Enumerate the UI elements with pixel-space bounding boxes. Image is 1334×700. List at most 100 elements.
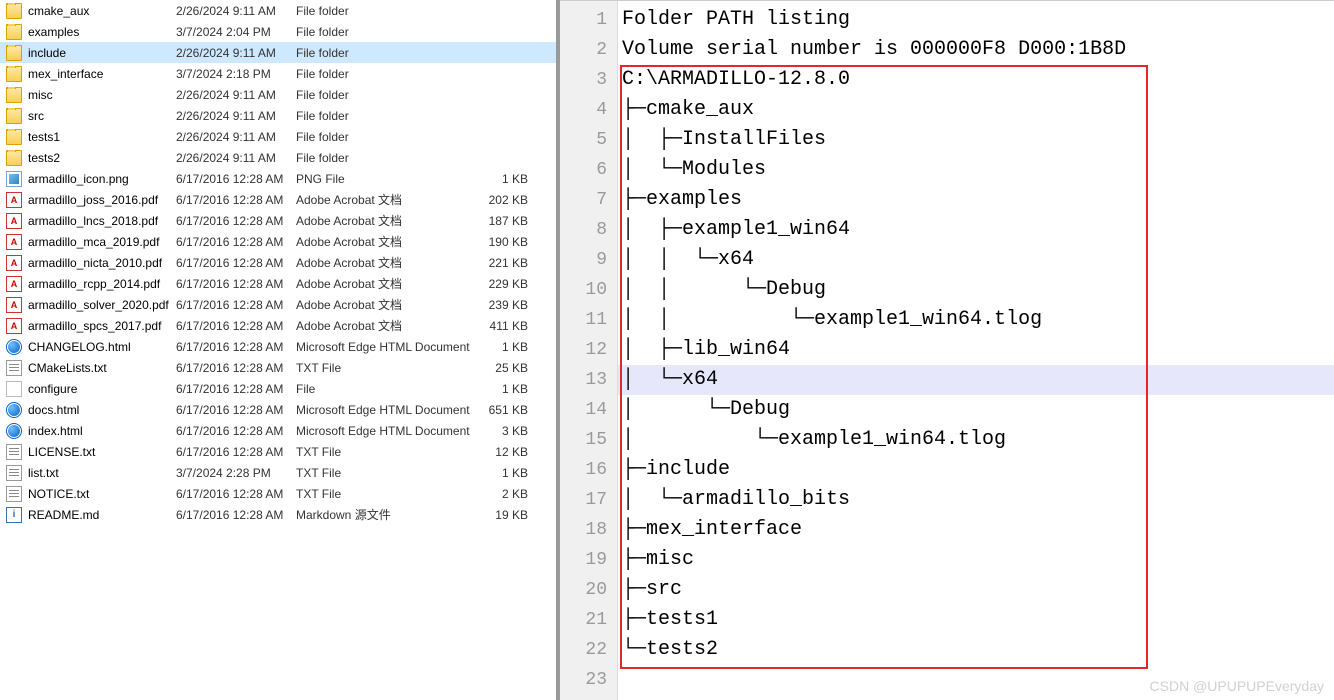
file-type-label: Microsoft Edge HTML Document: [296, 340, 476, 354]
file-type-label: Adobe Acrobat 文档: [296, 233, 476, 250]
code-line[interactable]: ├─examples: [618, 185, 1334, 215]
file-type-label: File folder: [296, 130, 476, 144]
file-name-label: configure: [28, 382, 77, 396]
file-name-label: index.html: [28, 424, 83, 438]
file-type-label: Adobe Acrobat 文档: [296, 191, 476, 208]
file-type-label: TXT File: [296, 487, 476, 501]
file-date-label: 6/17/2016 12:28 AM: [176, 319, 296, 333]
file-name-label: tests1: [28, 130, 60, 144]
file-row[interactable]: LICENSE.txt6/17/2016 12:28 AMTXT File12 …: [0, 441, 556, 462]
file-name-label: README.md: [28, 508, 99, 522]
code-line[interactable]: │ └─x64: [618, 365, 1334, 395]
file-row[interactable]: src2/26/2024 9:11 AMFile folder: [0, 105, 556, 126]
file-date-label: 2/26/2024 9:11 AM: [176, 151, 296, 165]
file-row[interactable]: examples3/7/2024 2:04 PMFile folder: [0, 21, 556, 42]
file-name-label: armadillo_mca_2019.pdf: [28, 235, 159, 249]
file-row[interactable]: list.txt3/7/2024 2:28 PMTXT File1 KB: [0, 462, 556, 483]
line-number: 4: [560, 95, 617, 125]
code-line[interactable]: │ │ └─x64: [618, 245, 1334, 275]
file-row[interactable]: armadillo_lncs_2018.pdf6/17/2016 12:28 A…: [0, 210, 556, 231]
line-number-gutter: 1234567891011121314151617181920212223: [560, 1, 618, 700]
line-number: 12: [560, 335, 617, 365]
file-name-label: cmake_aux: [28, 4, 89, 18]
file-row[interactable]: docs.html6/17/2016 12:28 AMMicrosoft Edg…: [0, 399, 556, 420]
file-name-label: mex_interface: [28, 67, 103, 81]
code-line[interactable]: ├─cmake_aux: [618, 95, 1334, 125]
file-row[interactable]: armadillo_icon.png6/17/2016 12:28 AMPNG …: [0, 168, 556, 189]
code-line[interactable]: ├─include: [618, 455, 1334, 485]
folder-icon: [6, 150, 22, 166]
file-row[interactable]: misc2/26/2024 9:11 AMFile folder: [0, 84, 556, 105]
file-size-label: 1 KB: [476, 340, 536, 354]
txt-icon: [6, 444, 22, 460]
file-date-label: 6/17/2016 12:28 AM: [176, 340, 296, 354]
folder-icon: [6, 87, 22, 103]
code-line[interactable]: │ └─Debug: [618, 395, 1334, 425]
file-type-label: File folder: [296, 4, 476, 18]
html-icon: [6, 423, 22, 439]
code-line[interactable]: │ └─example1_win64.tlog: [618, 425, 1334, 455]
file-name-label: list.txt: [28, 466, 59, 480]
file-row[interactable]: tests22/26/2024 9:11 AMFile folder: [0, 147, 556, 168]
code-area[interactable]: Folder PATH listingVolume serial number …: [618, 1, 1334, 700]
line-number: 13: [560, 365, 617, 395]
line-number: 3: [560, 65, 617, 95]
code-line[interactable]: │ ├─example1_win64: [618, 215, 1334, 245]
file-size-label: 202 KB: [476, 193, 536, 207]
file-icon: [6, 381, 22, 397]
file-row[interactable]: tests1 2/26/2024 9:11 AMFile folder: [0, 126, 556, 147]
file-type-label: TXT File: [296, 466, 476, 480]
file-row[interactable]: armadillo_spcs_2017.pdf6/17/2016 12:28 A…: [0, 315, 556, 336]
file-name-label: tests2: [28, 151, 60, 165]
file-row[interactable]: NOTICE.txt6/17/2016 12:28 AMTXT File2 KB: [0, 483, 556, 504]
code-line[interactable]: C:\ARMADILLO-12.8.0: [618, 65, 1334, 95]
code-line[interactable]: └─tests2: [618, 635, 1334, 665]
code-line[interactable]: │ │ └─example1_win64.tlog: [618, 305, 1334, 335]
file-row[interactable]: armadillo_rcpp_2014.pdf6/17/2016 12:28 A…: [0, 273, 556, 294]
file-row[interactable]: cmake_aux 2/26/2024 9:11 AMFile folder: [0, 0, 556, 21]
code-line[interactable]: │ └─Modules: [618, 155, 1334, 185]
file-date-label: 6/17/2016 12:28 AM: [176, 487, 296, 501]
file-date-label: 6/17/2016 12:28 AM: [176, 235, 296, 249]
code-line[interactable]: ├─tests1: [618, 605, 1334, 635]
line-number: 15: [560, 425, 617, 455]
folder-icon: [6, 45, 22, 61]
file-name-label: armadillo_lncs_2018.pdf: [28, 214, 158, 228]
code-line[interactable]: │ │ └─Debug: [618, 275, 1334, 305]
code-line[interactable]: │ ├─lib_win64: [618, 335, 1334, 365]
code-line[interactable]: ├─misc: [618, 545, 1334, 575]
code-line[interactable]: ├─mex_interface: [618, 515, 1334, 545]
file-row[interactable]: README.md6/17/2016 12:28 AMMarkdown 源文件1…: [0, 504, 556, 525]
file-type-label: Adobe Acrobat 文档: [296, 254, 476, 271]
file-row[interactable]: armadillo_solver_2020.pdf6/17/2016 12:28…: [0, 294, 556, 315]
line-number: 8: [560, 215, 617, 245]
file-type-label: File folder: [296, 109, 476, 123]
file-row[interactable]: mex_interface3/7/2024 2:18 PMFile folder: [0, 63, 556, 84]
code-line[interactable]: Folder PATH listing: [618, 5, 1334, 35]
code-line[interactable]: │ ├─InstallFiles: [618, 125, 1334, 155]
code-line[interactable]: ├─src: [618, 575, 1334, 605]
file-name-label: examples: [28, 25, 79, 39]
file-row[interactable]: CHANGELOG.html6/17/2016 12:28 AMMicrosof…: [0, 336, 556, 357]
file-date-label: 2/26/2024 9:11 AM: [176, 4, 296, 18]
file-explorer-list[interactable]: cmake_aux2/26/2024 9:11 AMFile folderexa…: [0, 0, 560, 700]
file-row[interactable]: armadillo_mca_2019.pdf 6/17/2016 12:28 AM…: [0, 231, 556, 252]
file-row[interactable]: CMakeLists.txt6/17/2016 12:28 AMTXT File…: [0, 357, 556, 378]
file-row[interactable]: configure6/17/2016 12:28 AMFile1 KB: [0, 378, 556, 399]
file-size-label: 1 KB: [476, 466, 536, 480]
md-icon: [6, 507, 22, 523]
file-name-label: armadillo_icon.png: [28, 172, 129, 186]
file-row[interactable]: index.html6/17/2016 12:28 AMMicrosoft Ed…: [0, 420, 556, 441]
line-number: 17: [560, 485, 617, 515]
file-row[interactable]: include2/26/2024 9:11 AMFile folder: [0, 42, 556, 63]
code-line[interactable]: Volume serial number is 000000F8 D000:1B…: [618, 35, 1334, 65]
file-type-label: PNG File: [296, 172, 476, 186]
line-number: 14: [560, 395, 617, 425]
file-date-label: 2/26/2024 9:11 AM: [176, 109, 296, 123]
file-row[interactable]: armadillo_nicta_2010.pdf6/17/2016 12:28 …: [0, 252, 556, 273]
code-line[interactable]: │ └─armadillo_bits: [618, 485, 1334, 515]
file-row[interactable]: armadillo_joss_2016.pdf6/17/2016 12:28 A…: [0, 189, 556, 210]
file-date-label: 2/26/2024 9:11 AM: [176, 130, 296, 144]
txt-icon: [6, 360, 22, 376]
line-number: 9: [560, 245, 617, 275]
